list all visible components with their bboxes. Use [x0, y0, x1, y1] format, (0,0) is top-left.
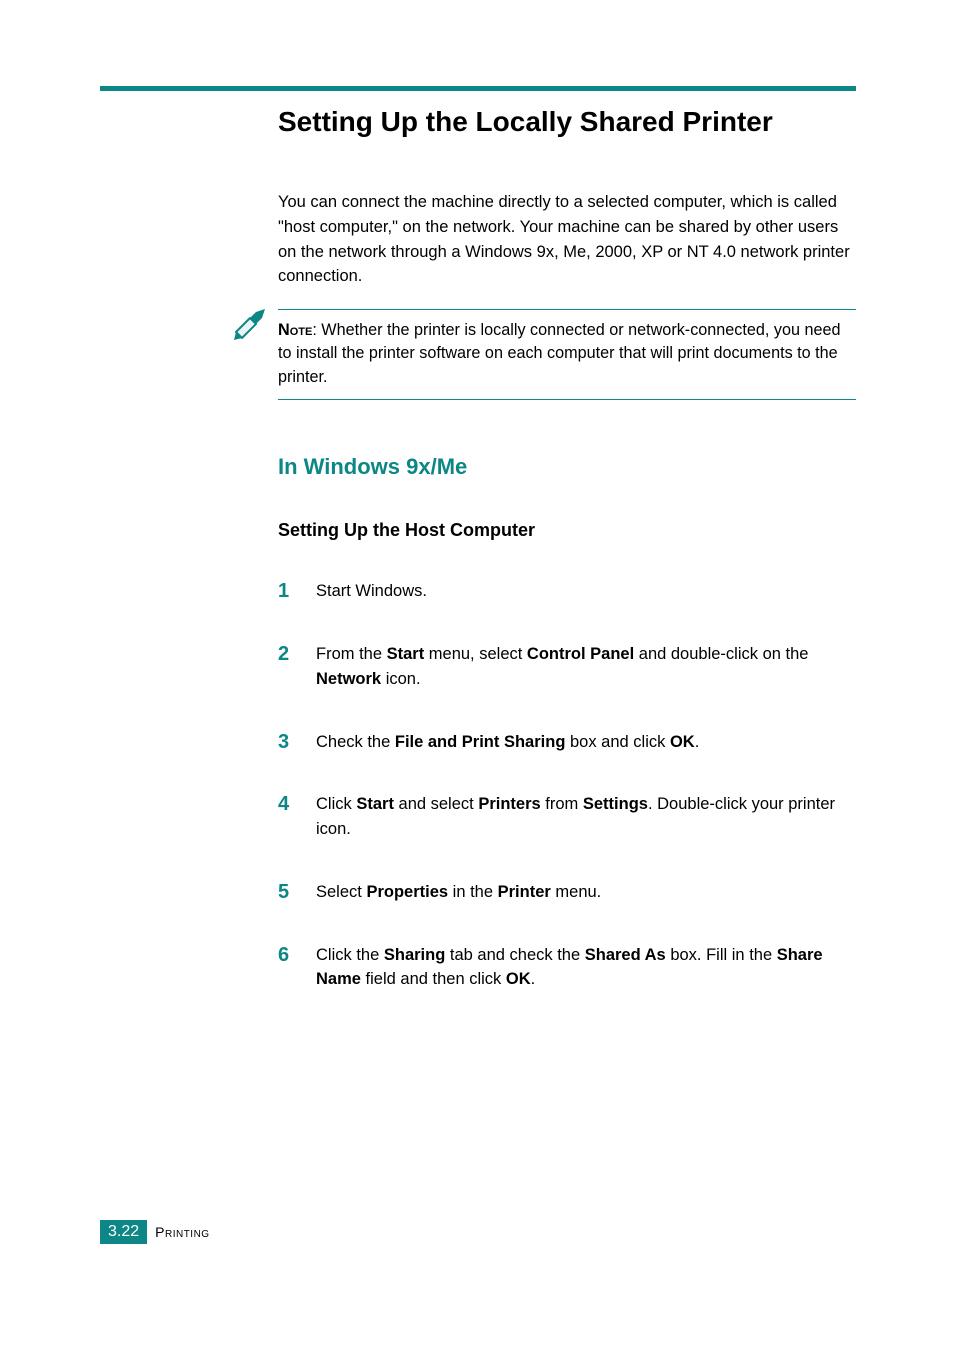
top-rule — [100, 86, 856, 91]
intro-paragraph: You can connect the machine directly to … — [278, 190, 856, 289]
note-text: Note: Whether the printer is locally con… — [278, 319, 856, 389]
section-heading: In Windows 9x/Me — [278, 454, 856, 480]
step-number: 1 — [278, 579, 316, 604]
step-item: 6Click the Sharing tab and check the Sha… — [278, 943, 856, 993]
note-icon — [232, 304, 272, 344]
subsection-heading: Setting Up the Host Computer — [278, 520, 856, 541]
main-heading: Setting Up the Locally Shared Printer — [278, 106, 856, 138]
step-list: 1Start Windows. 2From the Start menu, sel… — [278, 579, 856, 992]
step-item: 3Check the File and Print Sharing box an… — [278, 730, 856, 755]
step-number: 3 — [278, 730, 316, 755]
step-text: Click the Sharing tab and check the Shar… — [316, 943, 856, 993]
step-text: Click Start and select Printers from Set… — [316, 792, 856, 842]
step-text: From the Start menu, select Control Pane… — [316, 642, 856, 692]
step-item: 1Start Windows. — [278, 579, 856, 604]
step-text: Check the File and Print Sharing box and… — [316, 730, 699, 755]
page-content: Setting Up the Locally Shared Printer Yo… — [278, 106, 856, 1030]
step-text: Select Properties in the Printer menu. — [316, 880, 601, 905]
step-text: Start Windows. — [316, 579, 427, 604]
step-number: 6 — [278, 943, 316, 993]
page-number-badge: 3.22 — [100, 1220, 147, 1244]
note-label: Note — [278, 321, 312, 339]
note-box: Note: Whether the printer is locally con… — [278, 309, 856, 400]
step-number: 2 — [278, 642, 316, 692]
note-body: : Whether the printer is locally connect… — [278, 321, 841, 386]
step-item: 4Click Start and select Printers from Se… — [278, 792, 856, 842]
step-item: 2From the Start menu, select Control Pan… — [278, 642, 856, 692]
step-number: 4 — [278, 792, 316, 842]
step-item: 5Select Properties in the Printer menu. — [278, 880, 856, 905]
step-number: 5 — [278, 880, 316, 905]
footer-section-label: Printing — [155, 1224, 209, 1240]
page-footer: 3.22 Printing — [100, 1220, 210, 1244]
